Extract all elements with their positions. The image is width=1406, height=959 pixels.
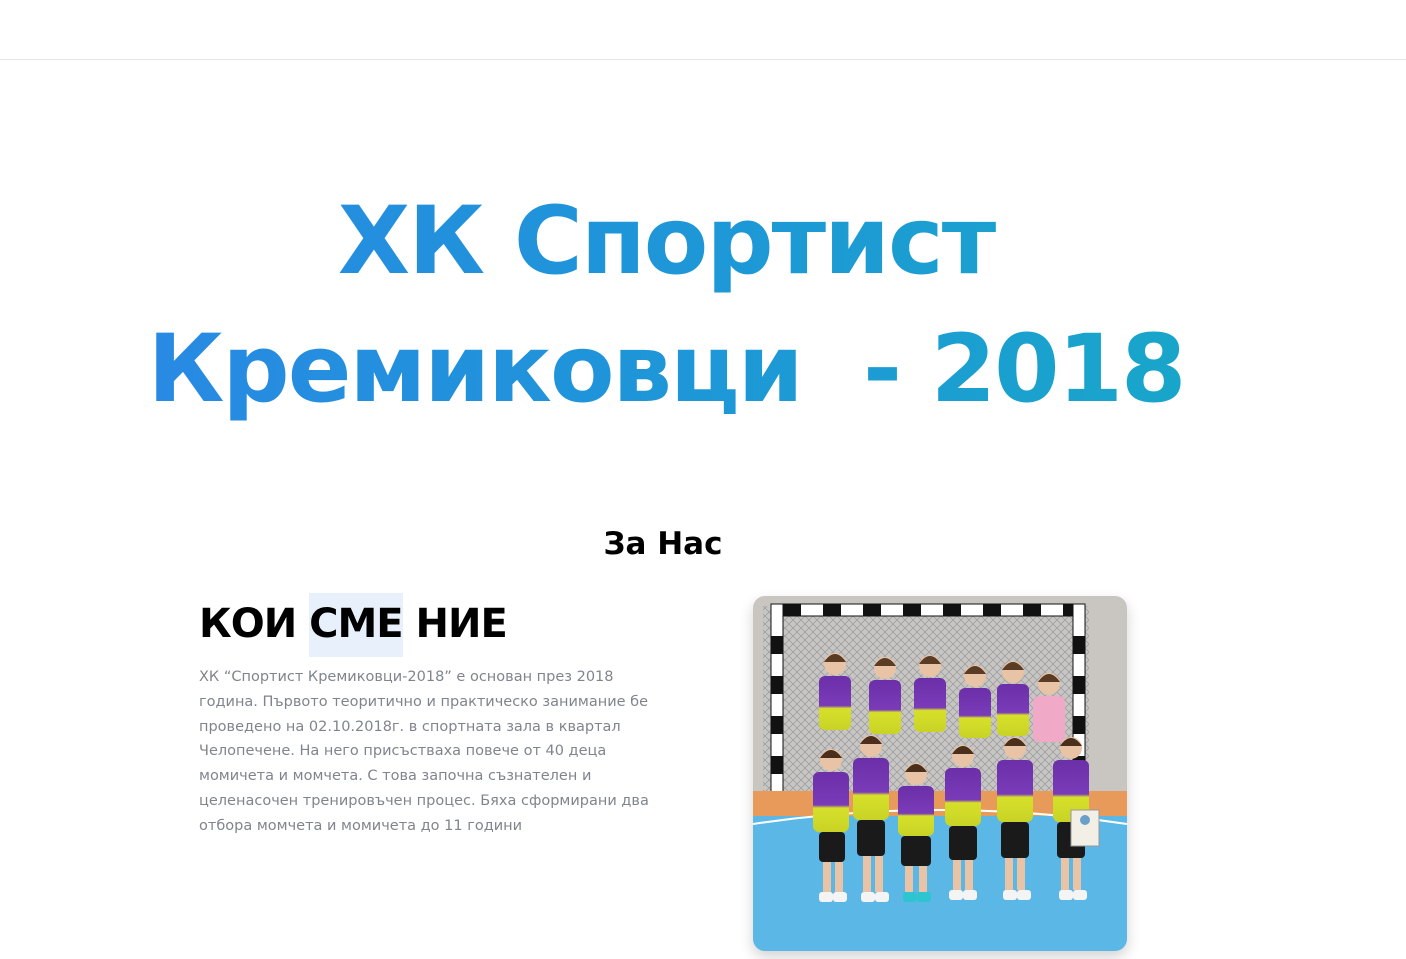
heading-word-1: КОИ [199, 601, 297, 647]
heading-word-3: НИЕ [415, 601, 508, 647]
about-section-title: За Нас [603, 526, 723, 562]
team-photo-illustration [753, 596, 1127, 951]
hero-title-line2: Кремиковци - 2018 [147, 315, 1185, 424]
top-navbar [0, 0, 1406, 60]
heading-word-2-highlight: СМЕ [309, 593, 404, 657]
hero-title: ХК Спортист Кремиковци - 2018 [0, 178, 1332, 434]
hero-title-line1: ХК Спортист [337, 187, 995, 296]
who-are-we-heading: КОИ СМЕ НИЕ [199, 593, 508, 657]
team-photo [753, 596, 1127, 951]
about-paragraph: ХК “Спортист Кремиковци-2018” е основан … [199, 669, 649, 834]
